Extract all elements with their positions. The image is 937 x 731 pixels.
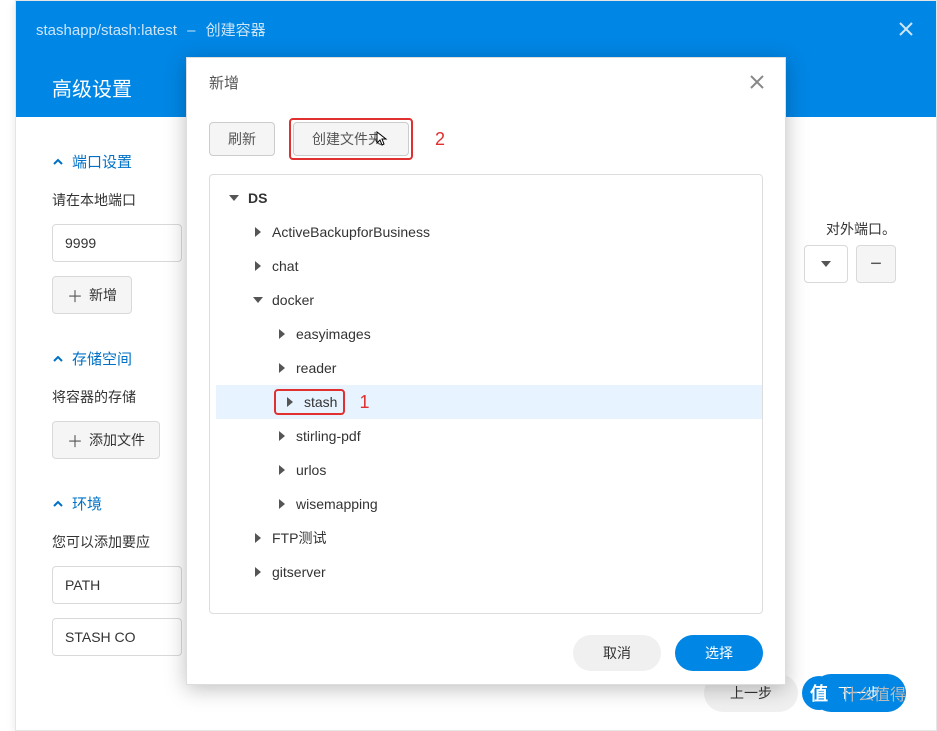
- triangle-right-icon: [282, 397, 298, 407]
- tree-node-ftp-[interactable]: FTP测试: [216, 521, 762, 555]
- close-icon: [898, 21, 914, 37]
- section-storage-title: 存储空间: [72, 348, 132, 369]
- image-name: stashapp/stash:latest: [36, 22, 177, 39]
- triangle-right-icon: [274, 363, 290, 373]
- plus-icon: ＋: [67, 428, 83, 452]
- tree-node-label: stirling-pdf: [296, 428, 361, 444]
- cursor-icon: [376, 131, 390, 147]
- annotation-2: 2: [435, 129, 445, 150]
- tree-node-gitserver[interactable]: gitserver: [216, 555, 762, 589]
- chevron-up-icon: [52, 353, 64, 365]
- tree-node-chat[interactable]: chat: [216, 249, 762, 283]
- tree-node-label: easyimages: [296, 326, 371, 342]
- triangle-right-icon: [250, 567, 266, 577]
- remove-port-button[interactable]: −: [856, 245, 896, 283]
- tree-node-label: wisemapping: [296, 496, 378, 512]
- folder-tree[interactable]: DS ActiveBackupforBusiness chat docker easyi…: [216, 181, 762, 607]
- section-port-title: 端口设置: [72, 151, 132, 172]
- add-port-button[interactable]: ＋ 新增: [52, 276, 132, 314]
- watermark: 值 什么值得: [802, 676, 906, 710]
- add-file-label: 添加文件: [89, 430, 145, 450]
- watermark-text: 什么值得: [842, 681, 906, 705]
- triangle-right-icon: [250, 261, 266, 271]
- close-icon: [749, 74, 765, 90]
- dialog-select-button[interactable]: 选择: [675, 635, 763, 671]
- advanced-title: 高级设置: [52, 73, 132, 102]
- chevron-up-icon: [52, 498, 64, 510]
- tree-node-label: gitserver: [272, 564, 326, 580]
- triangle-right-icon: [274, 431, 290, 441]
- tree-node-label: chat: [272, 258, 298, 274]
- outer-title: stashapp/stash:latest – 创建容器: [36, 19, 266, 40]
- triangle-down-icon: [226, 195, 242, 201]
- tree-node-easyimages[interactable]: easyimages: [216, 317, 762, 351]
- create-folder-button[interactable]: 创建文件夹: [293, 122, 409, 156]
- protocol-dropdown[interactable]: [804, 245, 848, 283]
- outer-close-button[interactable]: [892, 15, 920, 43]
- env-row-path[interactable]: PATH: [52, 566, 182, 604]
- annotation-box-1: stash: [274, 389, 345, 415]
- add-file-button[interactable]: ＋ 添加文件: [52, 421, 160, 459]
- tree-node-label: urlos: [296, 462, 326, 478]
- tree-node-label: reader: [296, 360, 336, 376]
- refresh-button[interactable]: 刷新: [209, 122, 275, 156]
- plus-icon: ＋: [67, 283, 83, 307]
- dialog-cancel-button[interactable]: 取消: [573, 635, 661, 671]
- chevron-up-icon: [52, 156, 64, 168]
- triangle-right-icon: [250, 533, 266, 543]
- watermark-logo-icon: 值: [802, 676, 836, 710]
- dialog-title: 新增: [209, 72, 239, 93]
- port-input[interactable]: 9999: [52, 224, 182, 262]
- triangle-down-icon: [250, 297, 266, 303]
- tree-node-urlos[interactable]: urlos: [216, 453, 762, 487]
- title-suffix: 创建容器: [206, 22, 266, 39]
- tree-node-docker[interactable]: docker: [216, 283, 762, 317]
- triangle-right-icon: [274, 329, 290, 339]
- annotation-box-2: 创建文件夹: [289, 118, 413, 160]
- tree-node-label: stash: [304, 394, 337, 410]
- port-desc-right: 对外端口。: [826, 219, 896, 239]
- tree-node-label: ActiveBackupforBusiness: [272, 224, 430, 240]
- env-row-stash[interactable]: STASH CO: [52, 618, 182, 656]
- tree-node-label: DS: [248, 190, 267, 206]
- tree-node-ds[interactable]: DS: [216, 181, 762, 215]
- folder-picker-dialog: 新增 刷新 创建文件夹 2 DS ActiveBackupforBusiness c…: [186, 57, 786, 685]
- dialog-close-button[interactable]: [743, 68, 771, 96]
- triangle-right-icon: [274, 465, 290, 475]
- section-env-title: 环境: [72, 493, 102, 514]
- tree-node-reader[interactable]: reader: [216, 351, 762, 385]
- annotation-1: 1: [359, 392, 369, 413]
- triangle-right-icon: [250, 227, 266, 237]
- tree-node-stash[interactable]: stash 1: [216, 385, 762, 419]
- add-port-label: 新增: [89, 285, 117, 305]
- tree-node-label: FTP测试: [272, 528, 326, 548]
- tree-node-activebackupforbusiness[interactable]: ActiveBackupforBusiness: [216, 215, 762, 249]
- tree-node-label: docker: [272, 292, 314, 308]
- tree-node-stirling-pdf[interactable]: stirling-pdf: [216, 419, 762, 453]
- chevron-down-icon: [821, 261, 831, 267]
- triangle-right-icon: [274, 499, 290, 509]
- tree-node-wisemapping[interactable]: wisemapping: [216, 487, 762, 521]
- outer-header: stashapp/stash:latest – 创建容器: [16, 1, 936, 57]
